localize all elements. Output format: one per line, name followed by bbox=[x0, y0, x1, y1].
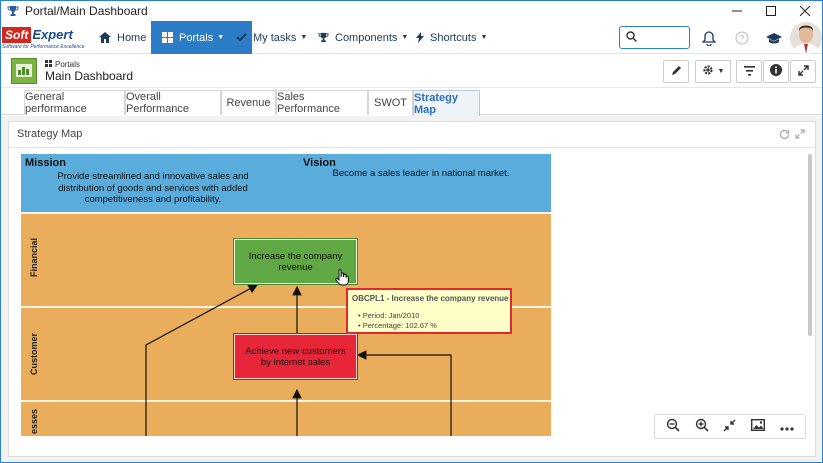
dashboard-icon bbox=[11, 58, 37, 84]
home-icon bbox=[99, 32, 111, 43]
ellipsis-icon bbox=[780, 420, 794, 434]
bolt-icon bbox=[416, 32, 424, 43]
connector-arrow bbox=[356, 350, 452, 436]
page-title: Main Dashboard bbox=[45, 69, 134, 83]
breadcrumb[interactable]: Portals bbox=[45, 60, 80, 69]
compress-icon bbox=[723, 419, 736, 435]
fit-to-screen-button[interactable] bbox=[718, 417, 742, 437]
nav-shortcuts-label: Shortcuts bbox=[430, 31, 477, 44]
maximize-panel-icon[interactable] bbox=[793, 127, 807, 141]
close-button[interactable] bbox=[788, 1, 822, 21]
search-box[interactable] bbox=[619, 26, 690, 49]
info-icon bbox=[770, 64, 782, 79]
trophy-icon bbox=[318, 32, 329, 43]
tooltip-period: • Period: Jan/2010 bbox=[358, 311, 420, 320]
zoom-out-icon bbox=[666, 418, 680, 435]
tab-label: Overall Performance bbox=[126, 91, 189, 115]
logo-tagline: Software for Performance Excellence bbox=[2, 44, 85, 50]
tab-label: Strategy Map bbox=[414, 91, 459, 116]
page-header: Portals Main Dashboard ▼ bbox=[1, 55, 822, 88]
logo-part2: Expert bbox=[32, 27, 73, 42]
window-title: Portal/Main Dashboard bbox=[25, 4, 148, 18]
objective-label: Increase the company revenue bbox=[248, 250, 343, 273]
bell-icon[interactable] bbox=[700, 29, 718, 47]
chevron-down-icon: ▼ bbox=[480, 34, 488, 41]
svg-text:?: ? bbox=[739, 34, 744, 44]
hand-cursor-icon bbox=[335, 269, 349, 289]
nav-my-tasks-label: My tasks bbox=[253, 31, 297, 44]
panel-divider bbox=[9, 147, 815, 148]
dashboard-tabs: General performance Overall Performance … bbox=[1, 88, 822, 116]
info-button[interactable] bbox=[763, 60, 789, 83]
tooltip-title: OBCPL1 - Increase the company revenue bbox=[352, 294, 509, 303]
map-toolbar bbox=[654, 414, 806, 439]
refresh-icon[interactable] bbox=[777, 127, 791, 141]
help-icon[interactable]: ? bbox=[733, 29, 751, 47]
graduation-cap-icon[interactable] bbox=[765, 29, 783, 47]
tooltip-percentage-text: Percentage: 102.67 % bbox=[362, 321, 437, 330]
tab-label: SWOT bbox=[374, 97, 407, 109]
trophy-app-icon bbox=[6, 4, 20, 18]
tab-swot[interactable]: SWOT bbox=[368, 90, 413, 115]
nav-portals-label: Portals bbox=[179, 31, 214, 44]
softexpert-logo[interactable]: Soft Expert Software for Performance Exc… bbox=[2, 27, 88, 52]
logo-part1: Soft bbox=[2, 27, 32, 43]
user-avatar[interactable] bbox=[790, 22, 822, 54]
tab-overall-performance[interactable]: Overall Performance bbox=[125, 90, 221, 115]
app-window: Portal/Main Dashboard Soft Expert Softwa… bbox=[0, 0, 823, 463]
check-icon bbox=[236, 33, 247, 42]
minimize-button[interactable] bbox=[720, 1, 754, 21]
expand-button[interactable] bbox=[790, 60, 816, 83]
breadcrumb-label: Portals bbox=[55, 60, 80, 69]
nav-home[interactable]: Home bbox=[99, 21, 149, 54]
nav-components[interactable]: Components ▼ bbox=[318, 21, 408, 54]
export-image-button[interactable] bbox=[746, 417, 770, 437]
panel-title: Strategy Map bbox=[17, 128, 83, 140]
search-input[interactable] bbox=[641, 31, 689, 44]
tab-revenue[interactable]: Revenue bbox=[221, 90, 276, 115]
pencil-icon bbox=[671, 65, 682, 79]
portals-grid-icon bbox=[162, 32, 173, 43]
tab-label: Sales Performance bbox=[277, 91, 340, 115]
chevron-down-icon: ▼ bbox=[300, 34, 308, 41]
chevron-down-icon: ▼ bbox=[217, 34, 225, 41]
expand-icon bbox=[797, 64, 809, 79]
settings-button[interactable]: ▼ bbox=[695, 60, 731, 83]
nav-shortcuts[interactable]: Shortcuts ▼ bbox=[416, 21, 488, 54]
nav-home-label: Home bbox=[117, 31, 147, 44]
search-icon bbox=[626, 30, 637, 45]
tab-label: General performance bbox=[25, 91, 87, 115]
filter-icon bbox=[743, 65, 755, 79]
filter-button[interactable] bbox=[736, 60, 762, 83]
gear-icon bbox=[702, 64, 714, 79]
objective-new-customers[interactable]: Achieve new customers by internet sales bbox=[234, 334, 357, 379]
edit-button[interactable] bbox=[663, 60, 689, 83]
vertical-scrollbar[interactable] bbox=[807, 154, 813, 454]
nav-my-tasks[interactable]: My tasks ▼ bbox=[236, 21, 316, 54]
zoom-in-icon bbox=[695, 418, 709, 435]
image-icon bbox=[751, 418, 766, 434]
title-bar: Portal/Main Dashboard bbox=[1, 1, 822, 21]
nav-components-label: Components bbox=[335, 31, 398, 44]
tooltip-period-text: Period: Jan/2010 bbox=[362, 311, 420, 320]
maximize-button[interactable] bbox=[754, 1, 788, 21]
tab-strategy-map[interactable]: Strategy Map bbox=[413, 90, 480, 116]
chevron-down-icon: ▼ bbox=[717, 68, 725, 75]
tab-label: Revenue bbox=[226, 97, 271, 109]
tooltip-percentage: • Percentage: 102.67 % bbox=[358, 321, 437, 330]
tab-general-performance[interactable]: General performance bbox=[24, 90, 125, 115]
scroll-thumb[interactable] bbox=[808, 154, 812, 336]
main-nav: Soft Expert Software for Performance Exc… bbox=[1, 21, 822, 54]
more-options-button[interactable] bbox=[775, 417, 799, 437]
chevron-down-icon: ▼ bbox=[401, 34, 409, 41]
zoom-out-button[interactable] bbox=[661, 417, 685, 437]
objective-tooltip: OBCPL1 - Increase the company revenue • … bbox=[346, 288, 512, 334]
objective-label: Achieve new customers by internet sales bbox=[245, 345, 346, 368]
zoom-in-button[interactable] bbox=[690, 417, 714, 437]
portals-grid-icon bbox=[45, 60, 52, 69]
tab-sales-performance[interactable]: Sales Performance bbox=[276, 90, 368, 115]
